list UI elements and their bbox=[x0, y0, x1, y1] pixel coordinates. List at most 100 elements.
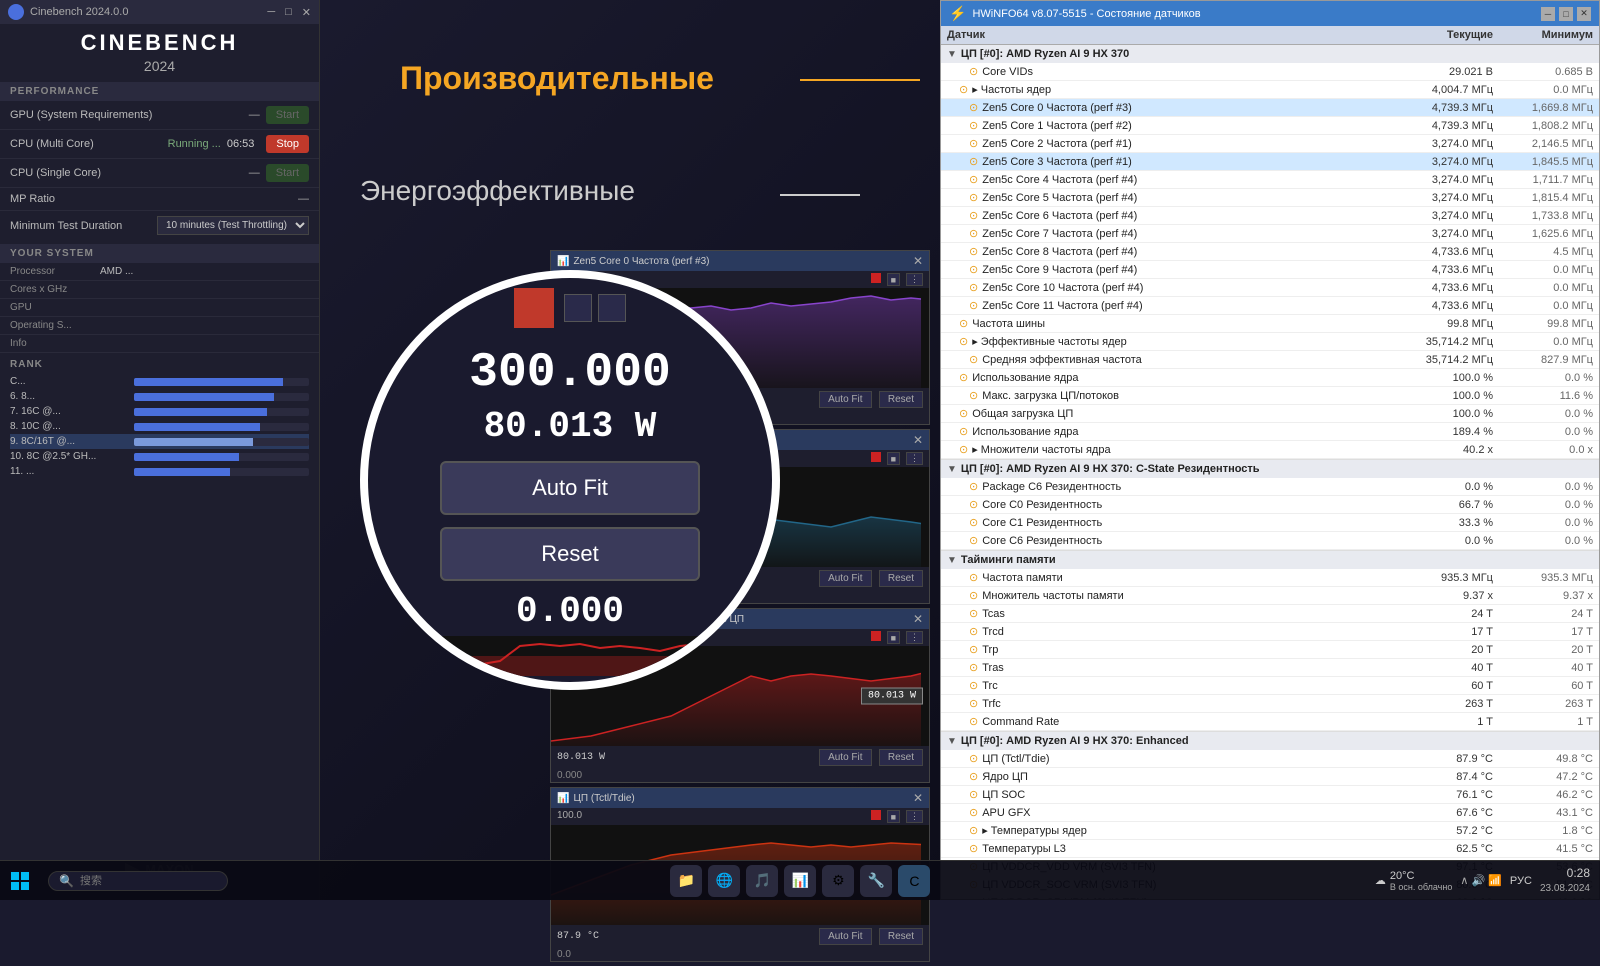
hwinfo-row-2-4[interactable]: ⊙ Trp 20 T 20 T bbox=[941, 641, 1599, 659]
hwinfo-row-min: 0.0 x bbox=[1493, 444, 1593, 456]
taskbar-app-2[interactable]: 🌐 bbox=[708, 865, 740, 897]
search-input[interactable] bbox=[80, 875, 210, 887]
rank-title: RANK bbox=[10, 359, 309, 370]
cpu-single-start-button[interactable]: Start bbox=[266, 164, 309, 182]
hwinfo-row-0-9[interactable]: ⊙ Zen5c Core 7 Частота (perf #4) 3,274.0… bbox=[941, 225, 1599, 243]
hwinfo-row-0-0[interactable]: ⊙ Core VIDs 29.021 B 0.685 B bbox=[941, 63, 1599, 81]
hwinfo-row-min: 0.0 МГц bbox=[1493, 282, 1593, 294]
hwinfo-row-0-6[interactable]: ⊙ Zen5c Core 4 Частота (perf #4) 3,274.0… bbox=[941, 171, 1599, 189]
hwinfo-group-header-3[interactable]: ▼ ЦП [#0]: AMD Ryzen AI 9 HX 370: Enhanc… bbox=[941, 732, 1599, 750]
taskbar-app-1[interactable]: 📁 bbox=[670, 865, 702, 897]
taskbar-app-5[interactable]: ⚙ bbox=[822, 865, 854, 897]
hwinfo-row-2-0[interactable]: ⊙ Частота памяти 935.3 МГц 935.3 МГц bbox=[941, 569, 1599, 587]
hwinfo-row-0-2[interactable]: ⊙ Zen5 Core 0 Частота (perf #3) 4,739.3 … bbox=[941, 99, 1599, 117]
sensor-color-btn-2[interactable]: ■ bbox=[887, 631, 900, 644]
sensor-win-close-3[interactable]: ✕ bbox=[913, 791, 923, 805]
sensor-autofit-btn-2[interactable]: Auto Fit bbox=[819, 749, 871, 766]
hwinfo-row-0-17[interactable]: ⊙ Использование ядра 100.0 % 0.0 % bbox=[941, 369, 1599, 387]
sensor-reset-btn-3[interactable]: Reset bbox=[879, 928, 923, 945]
hwinfo-row-0-20[interactable]: ⊙ Использование ядра 189.4 % 0.0 % bbox=[941, 423, 1599, 441]
hwinfo-row-min: 99.8 МГц bbox=[1493, 318, 1593, 330]
hwinfo-minimize-button[interactable]: ─ bbox=[1541, 7, 1555, 21]
sensor-graph-btn-1[interactable]: ⋮ bbox=[906, 452, 923, 465]
hwinfo-group-header-2[interactable]: ▼ Тайминги памяти bbox=[941, 551, 1599, 569]
hwinfo-maximize-button[interactable]: □ bbox=[1559, 7, 1573, 21]
hwinfo-row-3-2[interactable]: ⊙ ЦП SOC 76.1 °C 46.2 °C bbox=[941, 786, 1599, 804]
hwinfo-row-2-2[interactable]: ⊙ Tcas 24 T 24 T bbox=[941, 605, 1599, 623]
hwinfo-row-3-1[interactable]: ⊙ Ядро ЦП 87.4 °C 47.2 °C bbox=[941, 768, 1599, 786]
hwinfo-row-1-3[interactable]: ⊙ Core C6 Резидентность 0.0 % 0.0 % bbox=[941, 532, 1599, 550]
hwinfo-row-0-18[interactable]: ⊙ Макс. загрузка ЦП/потоков 100.0 % 11.6… bbox=[941, 387, 1599, 405]
hwinfo-row-0-15[interactable]: ⊙ ▸ Эффективные частоты ядер 35,714.2 МГ… bbox=[941, 333, 1599, 351]
hwinfo-row-0-19[interactable]: ⊙ Общая загрузка ЦП 100.0 % 0.0 % bbox=[941, 405, 1599, 423]
hwinfo-row-2-7[interactable]: ⊙ Trfc 263 T 263 T bbox=[941, 695, 1599, 713]
sensor-graph-btn-2[interactable]: ⋮ bbox=[906, 631, 923, 644]
cinebench-win-maximize[interactable]: □ bbox=[285, 6, 292, 18]
hwinfo-row-0-8[interactable]: ⊙ Zen5c Core 6 Частота (perf #4) 3,274.0… bbox=[941, 207, 1599, 225]
hwinfo-row-1-0[interactable]: ⊙ Package C6 Резидентность 0.0 % 0.0 % bbox=[941, 478, 1599, 496]
cinebench-win-close[interactable]: ✕ bbox=[302, 6, 311, 19]
sensor-win-close-2[interactable]: ✕ bbox=[913, 612, 923, 626]
hwinfo-row-3-3[interactable]: ⊙ APU GFX 67.6 °C 43.1 °C bbox=[941, 804, 1599, 822]
hwinfo-row-label: ⊙ Trcd bbox=[969, 625, 1393, 638]
hwinfo-row-1-2[interactable]: ⊙ Core C1 Резидентность 33.3 % 0.0 % bbox=[941, 514, 1599, 532]
hwinfo-group-header-0[interactable]: ▼ ЦП [#0]: AMD Ryzen AI 9 HX 370 bbox=[941, 45, 1599, 63]
sensor-color-btn-0[interactable]: ■ bbox=[887, 273, 900, 286]
sensor-color-btn-3[interactable]: ■ bbox=[887, 810, 900, 823]
hwinfo-row-3-0[interactable]: ⊙ ЦП (Tctl/Tdie) 87.9 °C 49.8 °C bbox=[941, 750, 1599, 768]
hwinfo-close-button[interactable]: ✕ bbox=[1577, 7, 1591, 21]
hwinfo-row-0-21[interactable]: ⊙ ▸ Множители частоты ядра 40.2 x 0.0 x bbox=[941, 441, 1599, 459]
hwinfo-row-0-11[interactable]: ⊙ Zen5c Core 9 Частота (perf #4) 4,733.6… bbox=[941, 261, 1599, 279]
taskbar-app-3[interactable]: 🎵 bbox=[746, 865, 778, 897]
sensor-autofit-btn-3[interactable]: Auto Fit bbox=[819, 928, 871, 945]
hwinfo-row-1-1[interactable]: ⊙ Core C0 Резидентность 66.7 % 0.0 % bbox=[941, 496, 1599, 514]
magnify-autofit-button[interactable]: Auto Fit bbox=[440, 461, 700, 515]
hwinfo-row-0-10[interactable]: ⊙ Zen5c Core 8 Частота (perf #4) 4,733.6… bbox=[941, 243, 1599, 261]
hwinfo-row-2-1[interactable]: ⊙ Множитель частоты памяти 9.37 x 9.37 x bbox=[941, 587, 1599, 605]
cpu-multi-stop-button[interactable]: Stop bbox=[266, 135, 309, 153]
sensor-reset-btn-0[interactable]: Reset bbox=[879, 391, 923, 408]
sensor-reset-btn-1[interactable]: Reset bbox=[879, 570, 923, 587]
sensor-reset-btn-2[interactable]: Reset bbox=[879, 749, 923, 766]
hwinfo-row-2-5[interactable]: ⊙ Tras 40 T 40 T bbox=[941, 659, 1599, 677]
gpu-start-button[interactable]: Start bbox=[266, 106, 309, 124]
sensor-icon: ⊙ bbox=[969, 299, 978, 312]
hwinfo-row-2-8[interactable]: ⊙ Command Rate 1 T 1 T bbox=[941, 713, 1599, 731]
hwinfo-row-0-5[interactable]: ⊙ Zen5 Core 3 Частота (perf #1) 3,274.0 … bbox=[941, 153, 1599, 171]
hwinfo-row-0-12[interactable]: ⊙ Zen5c Core 10 Частота (perf #4) 4,733.… bbox=[941, 279, 1599, 297]
start-button[interactable] bbox=[0, 861, 40, 901]
hwinfo-row-3-5[interactable]: ⊙ Температуры L3 62.5 °C 41.5 °C bbox=[941, 840, 1599, 858]
cpu-multi-row: CPU (Multi Core) Running ... 06:53 Stop bbox=[0, 130, 319, 159]
min-test-select[interactable]: 10 minutes (Test Throttling) bbox=[157, 216, 309, 235]
cinebench-win-minimize[interactable]: ─ bbox=[267, 6, 275, 18]
magnify-reset-button[interactable]: Reset bbox=[440, 527, 700, 581]
sensor-graph-btn-3[interactable]: ⋮ bbox=[906, 810, 923, 823]
hwinfo-row-0-4[interactable]: ⊙ Zen5 Core 2 Частота (perf #1) 3,274.0 … bbox=[941, 135, 1599, 153]
sensor-win-close-1[interactable]: ✕ bbox=[913, 433, 923, 447]
hwinfo-row-2-3[interactable]: ⊙ Trcd 17 T 17 T bbox=[941, 623, 1599, 641]
taskbar-search-bar[interactable]: 🔍 bbox=[48, 871, 228, 891]
sensor-icon: ⊙ bbox=[969, 263, 978, 276]
sensor-graph-btn-0[interactable]: ⋮ bbox=[906, 273, 923, 286]
hwinfo-row-0-3[interactable]: ⊙ Zen5 Core 1 Частота (perf #2) 4,739.3 … bbox=[941, 117, 1599, 135]
hwinfo-row-2-6[interactable]: ⊙ Trc 60 T 60 T bbox=[941, 677, 1599, 695]
sensor-autofit-btn-0[interactable]: Auto Fit bbox=[819, 391, 871, 408]
hwinfo-row-label: ⊙ Trc bbox=[969, 679, 1393, 692]
hwinfo-row-0-7[interactable]: ⊙ Zen5c Core 5 Частота (perf #4) 3,274.0… bbox=[941, 189, 1599, 207]
taskbar-app-7[interactable]: C bbox=[898, 865, 930, 897]
sensor-autofit-btn-1[interactable]: Auto Fit bbox=[819, 570, 871, 587]
hwinfo-row-0-14[interactable]: ⊙ Частота шины 99.8 МГц 99.8 МГц bbox=[941, 315, 1599, 333]
taskbar-app-6[interactable]: 🔧 bbox=[860, 865, 892, 897]
sensor-color-btn-1[interactable]: ■ bbox=[887, 452, 900, 465]
taskbar-app-4[interactable]: 📊 bbox=[784, 865, 816, 897]
hwinfo-row-0-16[interactable]: ⊙ Средняя эффективная частота 35,714.2 М… bbox=[941, 351, 1599, 369]
hwinfo-group-header-1[interactable]: ▼ ЦП [#0]: AMD Ryzen AI 9 HX 370: C-Stat… bbox=[941, 460, 1599, 478]
proc-value: AMD ... bbox=[100, 266, 133, 277]
hwinfo-row-label: ⊙ Tcas bbox=[969, 607, 1393, 620]
hwinfo-row-0-1[interactable]: ⊙ ▸ Частоты ядер 4,004.7 МГц 0.0 МГц bbox=[941, 81, 1599, 99]
hwinfo-row-val: 3,274.0 МГц bbox=[1393, 210, 1493, 222]
hwinfo-row-3-4[interactable]: ⊙ ▸ Температуры ядер 57.2 °C 1.8 °C bbox=[941, 822, 1599, 840]
hwinfo-content[interactable]: ▼ ЦП [#0]: AMD Ryzen AI 9 HX 370 ⊙ Core … bbox=[941, 45, 1599, 900]
hwinfo-row-0-13[interactable]: ⊙ Zen5c Core 11 Частота (perf #4) 4,733.… bbox=[941, 297, 1599, 315]
sensor-win-close-0[interactable]: ✕ bbox=[913, 254, 923, 268]
